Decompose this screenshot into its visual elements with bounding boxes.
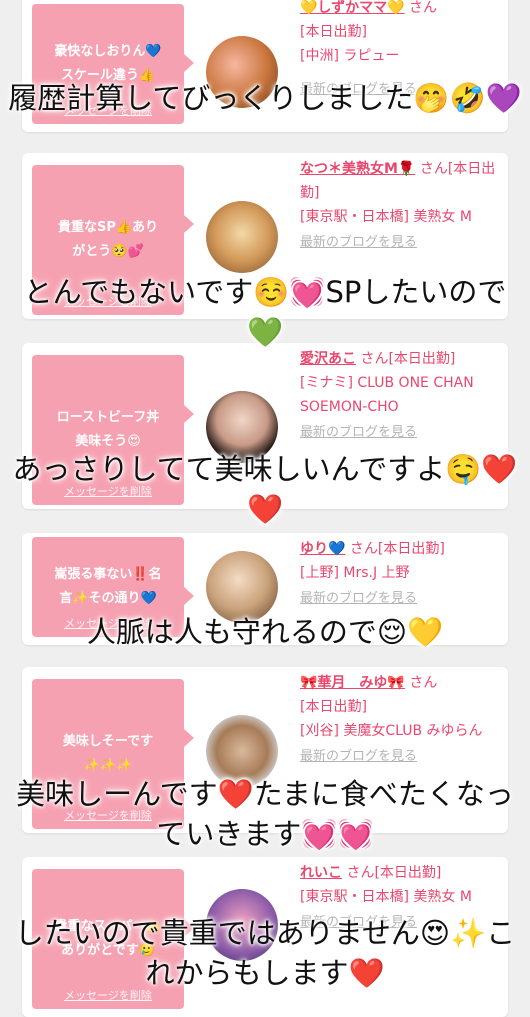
sender-info: ゆり💙 さん[本日出勤] [上野] Mrs.J 上野 最新のブログを見る xyxy=(300,537,498,611)
honorific: さん[本日出勤] xyxy=(360,351,456,367)
sender-name[interactable]: 愛沢あこ xyxy=(300,351,356,367)
status-badge: [本日出勤] xyxy=(300,24,367,40)
sender-info: なつ＊美熟女M🌹 さん[本日出勤] [東京駅・日本橋] 美熟女 M 最新のブログ… xyxy=(300,157,498,255)
caption-text: 美味しーんです❤️たまに食べたくなっていきます💓💓 xyxy=(16,777,514,851)
sender-info: 愛沢あこ さん[本日出勤] [ミナミ] CLUB ONE CHAN SOEMON… xyxy=(300,347,498,445)
sender-name[interactable]: 🎀華月 みゆ🎀 xyxy=(300,675,405,691)
sender-name[interactable]: ゆり💙 xyxy=(300,541,345,557)
status-badge: [本日出勤] xyxy=(300,699,367,715)
sender-name[interactable]: 💛しずかママ💛 xyxy=(300,0,405,16)
caption-text: 人脈は人も守れるので😌💛 xyxy=(86,615,444,649)
latest-blog-link[interactable]: 最新のブログを見る xyxy=(300,745,498,769)
shop-name[interactable]: [ミナミ] CLUB ONE CHAN SOEMON-CHO xyxy=(300,375,474,415)
message-text: 美味しそーです ✨✨✨ xyxy=(62,734,154,773)
sender-name[interactable]: れいこ xyxy=(300,865,342,881)
sender-info: 🎀華月 みゆ🎀 さん [本日出勤] [刈谷] 美魔女CLUB みゆらん 最新のブ… xyxy=(300,671,498,769)
honorific: さん[本日出勤] xyxy=(346,865,442,881)
latest-blog-link[interactable]: 最新のブログを見る xyxy=(300,421,498,445)
shop-name[interactable]: [上野] Mrs.J 上野 xyxy=(300,565,410,581)
shop-name[interactable]: [東京駅・日本橋] 美熟女 M xyxy=(300,209,472,225)
shop-name[interactable]: [東京駅・日本橋] 美熟女 M xyxy=(300,889,472,905)
message-text: 貴重なSP👍あり がとう🥺💕 xyxy=(57,220,159,259)
avatar[interactable] xyxy=(206,201,278,273)
caption-text: 履歴計算してびっくりしました🤭🤣💜 xyxy=(8,81,522,115)
latest-blog-link[interactable]: 最新のブログを見る xyxy=(300,231,498,255)
honorific: さん xyxy=(409,675,438,691)
message-text: 嵩張る事ない‼️名 言✨その通り💙 xyxy=(54,567,162,606)
latest-blog-link[interactable]: 最新のブログを見る xyxy=(300,587,498,611)
honorific: さん[本日出勤] xyxy=(349,541,445,557)
honorific: さん xyxy=(409,0,438,16)
shop-name[interactable]: [中洲] ラピュー xyxy=(300,48,399,64)
sender-name[interactable]: なつ＊美熟女M🌹 xyxy=(300,161,415,177)
shop-name[interactable]: [刈谷] 美魔女CLUB みゆらん xyxy=(300,723,483,739)
message-text: ローストビーフ丼 美味そう😍 xyxy=(56,410,160,449)
caption-text: したいので貴重ではありません😍✨これからもします❤️ xyxy=(14,916,516,990)
caption-text: とんでもないです☺️💓SPしたいので💚 xyxy=(23,275,507,349)
caption-text: あっさりしてて美味しいんですよ🤤❤️❤️ xyxy=(12,452,518,526)
